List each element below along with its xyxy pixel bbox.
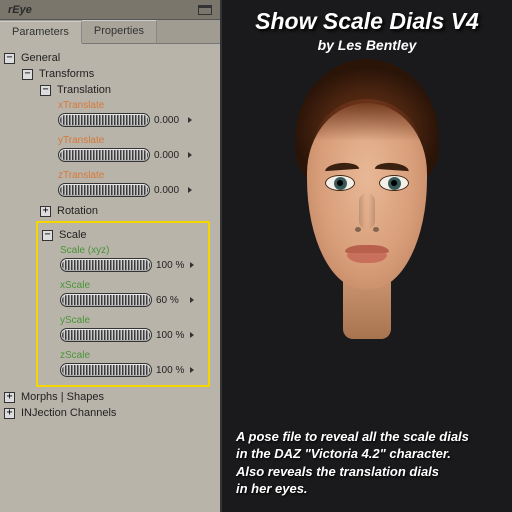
dial-ztranslate: zTranslate 0.000 [4, 168, 216, 203]
panel-title: rEye [8, 4, 32, 16]
dial-xtranslate: xTranslate 0.000 [4, 98, 216, 133]
dial-xscale: xScale 60 % [38, 278, 208, 313]
spinner-icon[interactable] [188, 117, 192, 123]
dial-slider[interactable] [60, 293, 152, 307]
tree-view: −General −Transforms −Translation xTrans… [0, 44, 220, 427]
spinner-icon[interactable] [190, 297, 194, 303]
parameters-panel: rEye Parameters Properties −General −Tra… [0, 0, 222, 512]
tab-properties[interactable]: Properties [82, 20, 157, 43]
spinner-icon[interactable] [188, 187, 192, 193]
node-injection[interactable]: +INJection Channels [4, 405, 216, 421]
promo-description: A pose file to reveal all the scale dial… [236, 428, 498, 498]
expand-icon[interactable]: + [40, 206, 51, 217]
dial-slider[interactable] [60, 328, 152, 342]
promo-byline: by Les Bentley [222, 37, 512, 53]
collapse-icon[interactable]: − [22, 69, 33, 80]
face-render [267, 59, 467, 339]
promo-preview: Show Scale Dials V4 by Les Bentley A pos… [222, 0, 512, 512]
dial-scale-xyz: Scale (xyz) 100 % [38, 243, 208, 278]
dial-slider[interactable] [58, 113, 150, 127]
dial-ytranslate: yTranslate 0.000 [4, 133, 216, 168]
dial-slider[interactable] [60, 258, 152, 272]
dial-slider[interactable] [58, 148, 150, 162]
spinner-icon[interactable] [190, 332, 194, 338]
collapse-icon[interactable]: − [42, 230, 53, 241]
expand-icon[interactable]: + [4, 392, 15, 403]
collapse-icon[interactable]: − [4, 53, 15, 64]
node-translation[interactable]: −Translation [4, 82, 216, 98]
tab-bar: Parameters Properties [0, 20, 220, 44]
tab-parameters[interactable]: Parameters [0, 21, 82, 44]
scale-highlight-box: −Scale Scale (xyz) 100 % xScale 60 % ySc… [36, 221, 210, 387]
dial-zscale: zScale 100 % [38, 348, 208, 383]
dial-slider[interactable] [58, 183, 150, 197]
spinner-icon[interactable] [188, 152, 192, 158]
node-transforms[interactable]: −Transforms [4, 66, 216, 82]
node-rotation[interactable]: +Rotation [4, 203, 216, 219]
dial-yscale: yScale 100 % [38, 313, 208, 348]
node-morphs[interactable]: +Morphs | Shapes [4, 389, 216, 405]
promo-title-block: Show Scale Dials V4 by Les Bentley [222, 0, 512, 53]
collapse-icon[interactable]: − [40, 85, 51, 96]
spinner-icon[interactable] [190, 367, 194, 373]
node-general[interactable]: −General [4, 50, 216, 66]
window-icon[interactable] [198, 5, 212, 15]
expand-icon[interactable]: + [4, 408, 15, 419]
dial-slider[interactable] [60, 363, 152, 377]
node-scale[interactable]: −Scale [38, 227, 208, 243]
panel-titlebar[interactable]: rEye [0, 0, 220, 20]
promo-title: Show Scale Dials V4 [222, 8, 512, 35]
spinner-icon[interactable] [190, 262, 194, 268]
